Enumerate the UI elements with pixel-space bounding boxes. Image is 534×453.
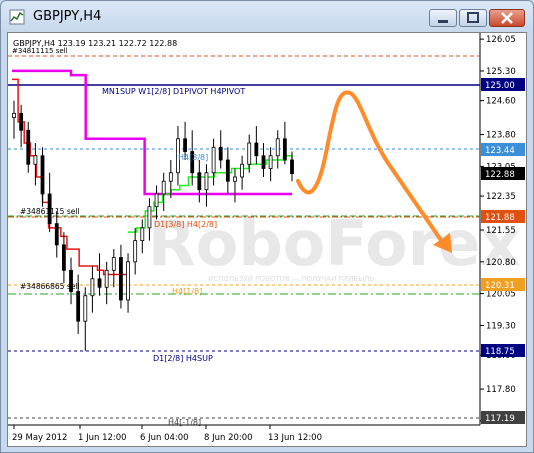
price-tick-label: 117.80 — [486, 385, 516, 395]
candle-body — [168, 172, 173, 182]
price-tick-label: 120.80 — [486, 258, 516, 268]
candle-body — [254, 142, 259, 157]
title-bar[interactable]: GBPJPY,H4 — [1, 1, 533, 33]
price-tag-123-44: 123.44 — [485, 146, 515, 156]
candle-body — [204, 172, 209, 191]
candle-body — [161, 180, 166, 195]
price-tick-label: 121.55 — [486, 226, 516, 236]
price-tick-label: 123.80 — [486, 131, 516, 141]
price-tag-121-88: 121.88 — [485, 213, 515, 223]
minimize-icon — [438, 20, 448, 23]
candle-body — [40, 155, 45, 195]
close-icon — [501, 12, 513, 24]
candle-body — [290, 159, 294, 174]
candle-body — [33, 155, 38, 165]
candle-body — [54, 223, 59, 246]
price-tick-label: 124.60 — [486, 97, 516, 107]
candle-body — [12, 112, 16, 118]
candle-body — [268, 155, 273, 169]
price-tick-label: 122.35 — [486, 192, 516, 202]
red-stop-line — [12, 78, 129, 276]
candle-body — [147, 206, 152, 229]
level-label-121-88: D1[3/8] H4[2/8] — [154, 220, 217, 229]
maximize-icon — [467, 12, 479, 23]
price-tag-118-75: 118.75 — [485, 347, 515, 357]
candle-body — [218, 146, 223, 161]
price-axis: 126.05125.30124.60123.80123.05122.35121.… — [480, 35, 516, 427]
order-label-2: #34866865 sell — [20, 282, 80, 291]
price-tag-120-31: 120.31 — [485, 281, 515, 291]
candle-body — [126, 261, 130, 301]
candle-body — [119, 257, 123, 301]
candle-body — [225, 159, 230, 182]
candle-body — [61, 244, 66, 271]
chart-area[interactable]: RoboForex ИСПОЛЬЗУЙ РОБОТОВ — ПОЛУЧАЙ ПР… — [7, 32, 527, 447]
candle-body — [183, 138, 187, 152]
watermark-subtitle: ИСПОЛЬЗУЙ РОБОТОВ — ПОЛУЧАЙ ПРИБЫЛЬ — [208, 274, 375, 283]
price-tag-125: 125.00 — [485, 81, 515, 91]
level-label-120-31: H4[1/8] — [172, 287, 202, 296]
price-chart[interactable]: RoboForex ИСПОЛЬЗУЙ РОБОТОВ — ПОЛУЧАЙ ПР… — [8, 33, 526, 446]
candle-body — [104, 269, 109, 288]
time-tick-label: 13 Jun 12:00 — [268, 433, 322, 443]
candle-body — [111, 257, 116, 271]
candle-body — [197, 172, 202, 191]
window-title: GBPJPY,H4 — [33, 9, 102, 24]
chart-window-icon — [9, 9, 25, 25]
price-tick-label: 126.05 — [486, 35, 516, 45]
candle-body — [133, 240, 138, 263]
candle-body — [154, 193, 159, 208]
candle-body — [247, 142, 252, 165]
h4-3-8-label: H4[3/8] — [178, 153, 208, 162]
chart-window: GBPJPY,H4 RoboForex ИСПОЛЬЗУЙ РОБОТОВ — … — [0, 0, 534, 453]
candle-body — [83, 295, 88, 322]
order-label-1: #34861115 sell — [20, 207, 80, 216]
order-label-top: #34811115 sell — [12, 47, 68, 55]
time-tick-label: 1 Jun 12:00 — [78, 433, 127, 443]
candle-body — [233, 176, 237, 182]
watermark-text: RoboForex — [148, 207, 520, 280]
price-tag-117-19: 117.19 — [485, 414, 515, 424]
candle-body — [282, 138, 287, 161]
candle-body — [97, 278, 102, 288]
price-tick-label: 120.05 — [486, 290, 516, 300]
candle-body — [90, 278, 95, 297]
candle-body — [261, 155, 266, 169]
time-axis: 29 May 2012 1 Jun 12:00 6 Jun 04:00 8 Jun 2… — [12, 425, 322, 443]
candle-body — [26, 129, 31, 165]
time-tick-label: 6 Jun 04:00 — [140, 433, 189, 443]
candle-body — [275, 138, 280, 157]
minimize-button[interactable] — [429, 9, 457, 27]
price-tick-label: 119.30 — [486, 321, 516, 331]
maximize-button[interactable] — [459, 9, 487, 27]
price-tag-current: 122.88 — [485, 170, 515, 180]
candle-body — [76, 291, 81, 322]
level-label-117-19: H4[-1/8] — [168, 418, 201, 427]
level-label-118-75: D1[2/8] H4SUP — [153, 354, 213, 363]
candle-body — [211, 146, 216, 174]
candle-body — [19, 112, 24, 131]
close-button[interactable] — [489, 9, 525, 27]
time-tick-label: 29 May 2012 — [12, 433, 67, 443]
candle-body — [140, 227, 145, 242]
pivot-label: MN1SUP W1[2/8] D1PIVOT H4PIVOT — [102, 87, 245, 96]
time-tick-label: 8 Jun 20:00 — [204, 433, 253, 443]
price-tick-label: 125.30 — [486, 67, 516, 77]
candle-body — [240, 163, 245, 178]
